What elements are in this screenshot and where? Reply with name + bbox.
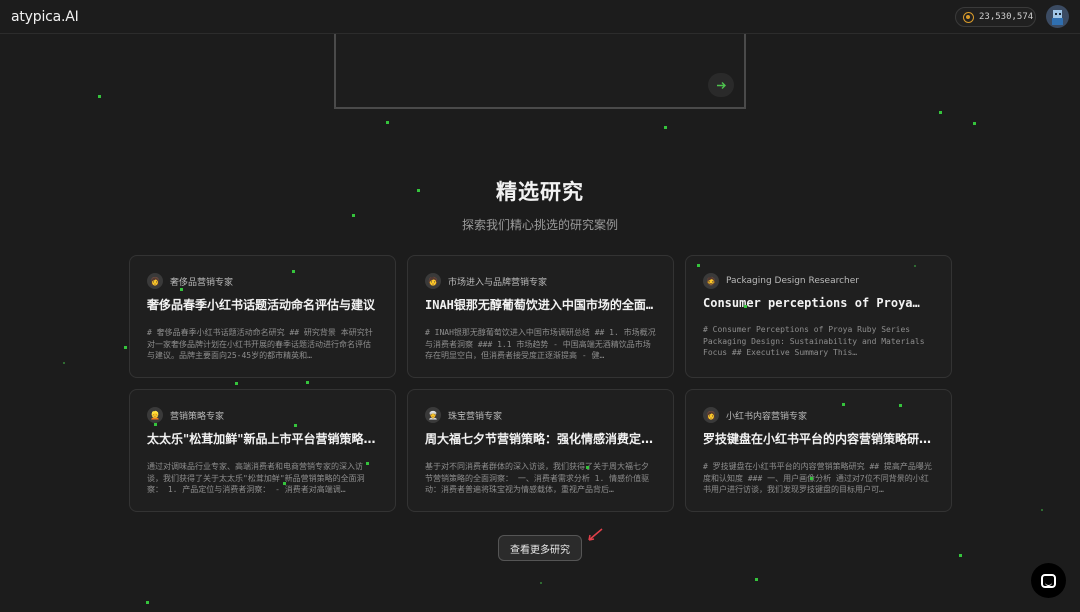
persona-label: 奢侈品营销专家 [170,277,234,288]
card-excerpt: # 罗技键盘在小红书平台的内容营销策略研究 ## 提高产品曝光度和认知度 ###… [703,462,932,495]
persona-label: 市场进入与品牌营销专家 [448,277,548,288]
persona-avatar-icon: 👩 [147,273,163,289]
persona-label: 小红书内容营销专家 [726,411,808,422]
persona-label: 营销策略专家 [170,411,225,422]
user-avatar-icon[interactable] [1046,5,1069,28]
chat-bubble-icon [1041,573,1056,588]
card-excerpt: # INAH银那无醇葡萄饮进入中国市场调研总结 ## 1. 市场概况与消费者洞察… [425,328,656,361]
card-title: 周大福七夕节营销策略：强化情感消费定位… [425,432,656,446]
featured-research-subtitle: 探索我们精心挑选的研究案例 [461,218,618,232]
card-excerpt: # 奢侈品春季小红书话题活动命名研究 ## 研究背景 本研究针对一家奢侈品牌计划… [147,328,373,361]
card-excerpt: # Consumer Perceptions of Proya Ruby Ser… [703,325,925,358]
token-count: 23,530,574 [979,12,1034,22]
annotation-arrow-icon [588,528,603,541]
view-more-research-button[interactable]: 查看更多研究 [498,535,582,561]
persona-label: Packaging Design Researcher [726,276,860,286]
support-chat-button[interactable] [1031,563,1066,598]
app-logo[interactable]: atypica.AI [11,9,79,25]
token-balance[interactable]: 23,530,574 [955,7,1036,27]
card-title: 奢侈品春季小红书话题活动命名评估与建议 [147,298,376,312]
card-excerpt: 基于对不同消费者群体的深入访谈，我们获得了关于周大福七夕节营销策略的全面洞察： … [425,462,650,495]
persona-avatar-icon: 👳 [425,407,441,423]
research-card-2[interactable]: 🧑 市场进入与品牌营销专家 INAH银那无醇葡萄饮进入中国市场的全面策… # IN… [407,255,674,378]
arrow-right-icon [716,81,726,89]
persona-avatar-icon: 👱 [147,407,163,423]
coin-icon [963,11,974,23]
persona-avatar-icon: 🧑 [425,273,441,289]
featured-research-title: 精选研究 [496,180,584,204]
research-input-box[interactable] [334,34,746,109]
card-title: 太太乐"松茸加鲜"新品上市平台营销策略研究 [147,432,378,446]
research-card-3[interactable]: 🧔 Packaging Design Researcher Consumer pe… [685,255,952,378]
top-bar: atypica.AI 23,530,574 [0,0,1080,34]
research-card-5[interactable]: 👳 珠宝营销专家 周大福七夕节营销策略：强化情感消费定位… 基于对不同消费者群体的… [407,389,674,512]
research-card-1[interactable]: 👩 奢侈品营销专家 奢侈品春季小红书话题活动命名评估与建议 # 奢侈品春季小红书话… [129,255,396,378]
card-excerpt: 通过对调味品行业专家、高端消费者和电商营销专家的深入访谈，我们获得了关于太太乐"… [147,462,365,495]
card-title: Consumer perceptions of Proya… [703,296,920,310]
card-title: INAH银那无醇葡萄饮进入中国市场的全面策… [425,298,656,312]
persona-label: 珠宝营销专家 [448,411,503,422]
card-title: 罗技键盘在小红书平台的内容营销策略研究… [703,432,934,446]
send-button[interactable] [708,73,734,97]
research-card-6[interactable]: 👩 小红书内容营销专家 罗技键盘在小红书平台的内容营销策略研究… # 罗技键盘在小… [685,389,952,512]
research-card-4[interactable]: 👱 营销策略专家 太太乐"松茸加鲜"新品上市平台营销策略研究 通过对调味品行业专家… [129,389,396,512]
persona-avatar-icon: 👩 [703,407,719,423]
persona-avatar-icon: 🧔 [703,273,719,289]
